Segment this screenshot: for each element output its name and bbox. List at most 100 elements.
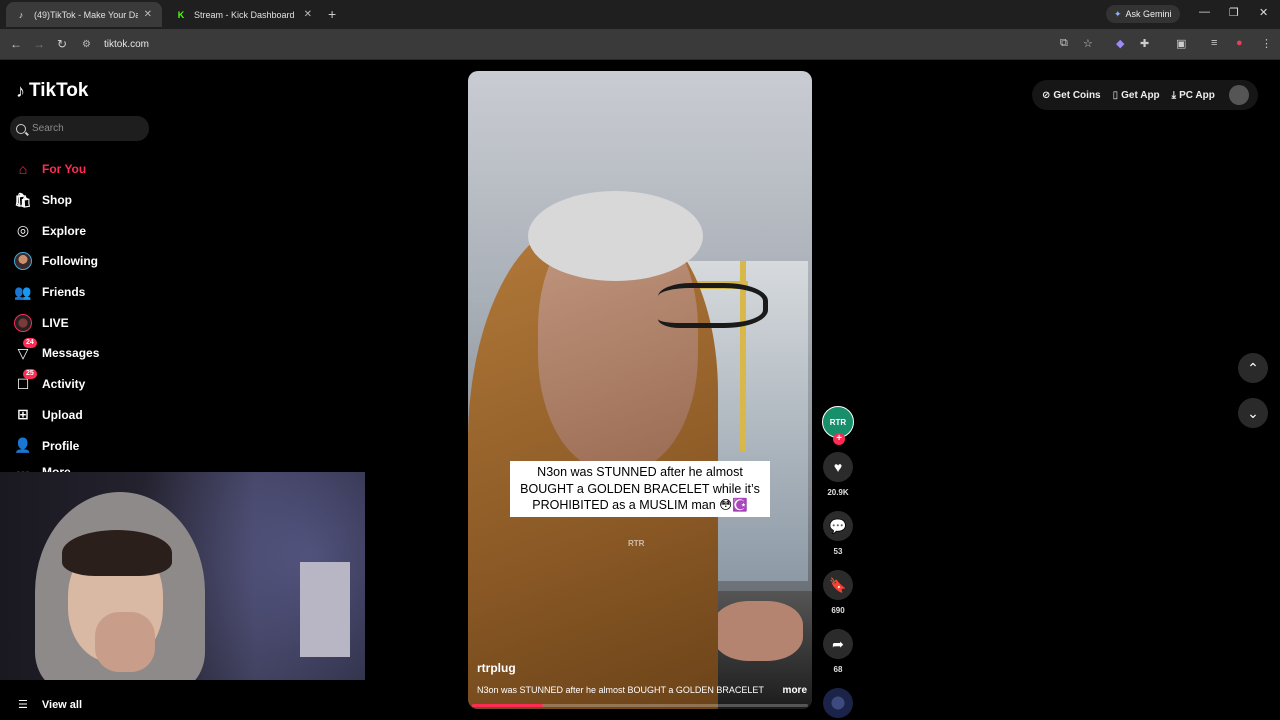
more-link[interactable]: more [783,685,807,696]
sidebar-item-upload[interactable]: ⊞ Upload [14,400,99,431]
bookmark-star-icon[interactable]: ☆ [1083,37,1093,50]
live-icon [14,313,32,332]
comment-count: 53 [833,547,843,556]
pc-app-button[interactable]: ⤓ PC App [1172,90,1215,101]
next-video-button[interactable]: ⌄ [1238,398,1268,428]
video-username[interactable]: rtrplug [477,661,516,675]
video-progress-fill [472,704,543,707]
url-field[interactable]: ⚙ tiktok.com [82,33,1102,55]
video-caption-overlay: N3on was STUNNED after he almost BOUGHT … [510,461,770,517]
comment-icon[interactable]: 💬 [823,511,853,541]
sidebar-item-profile[interactable]: 👤 Profile [14,430,99,461]
sidebar-item-explore[interactable]: ◎ Explore [14,215,99,246]
view-all-button[interactable]: ☰ View all [18,698,83,712]
back-icon[interactable]: ← [10,37,22,51]
tab-title: (49)TikTok - Make Your Day [34,9,138,20]
sidebar-item-messages[interactable]: ▽ 24 Messages [14,338,99,369]
close-icon[interactable]: ✕ [304,9,312,20]
install-icon[interactable]: ⧉ [1060,37,1068,50]
sidebar-item-shop[interactable]: 🛍 Shop [14,185,99,216]
activity-badge: 25 [23,368,37,379]
site-info-icon[interactable]: ⚙ [82,39,96,50]
messages-badge: 24 [23,338,37,349]
get-coins-label: Get Coins [1053,89,1101,101]
like-action[interactable]: ♥ 20.9K [820,452,856,497]
comment-action[interactable]: 💬 53 [820,511,856,556]
tiktok-logo[interactable]: ♪ TikTok [16,80,88,102]
tab-title: Stream - Kick Dashboard [194,9,295,20]
view-all-label: View all [41,698,83,711]
sidebar-item-label: Upload [42,407,83,422]
previous-video-button[interactable]: ⌃ [1238,353,1268,383]
video-description-text: N3on was STUNNED after he almost BOUGHT … [477,685,764,695]
sidebar-item-label: LIVE [42,315,69,330]
tiktok-icon: ♪ [18,9,24,20]
address-bar: ← → ↻ ⚙ tiktok.com ⧉ ☆ ◆ ✚ ▣ ≡ ● ⋮ [0,29,1280,60]
get-app-label: Get App [1121,89,1160,101]
save-action[interactable]: 🔖 690 [820,570,856,615]
like-count: 20.9K [827,488,849,497]
tab-kick[interactable]: K Stream - Kick Dashboard ✕ [166,2,322,27]
video-watermark: RTR [628,539,645,548]
sidebar-item-label: Shop [42,193,72,208]
coin-icon: ⊘ [1042,89,1051,101]
sidebar-item-label: Following [42,254,98,269]
extension-icon[interactable]: ◆ [1116,37,1124,50]
new-tab-button[interactable]: + [328,6,336,22]
sidebar-item-live[interactable]: LIVE [14,307,99,338]
upload-icon: ⊞ [17,406,29,423]
url-text: tiktok.com [104,38,150,50]
profile-icon: 👤 [14,437,32,454]
search-input[interactable]: Search [10,116,149,141]
pc-app-label: PC App [1179,89,1215,101]
chevron-up-icon: ⌃ [1247,359,1259,376]
menu-dots-icon[interactable]: ⋮ [1261,37,1272,50]
bookmark-icon[interactable]: 🔖 [823,570,853,600]
sidebar-item-label: For You [42,162,87,177]
user-avatar[interactable] [1228,85,1249,105]
reload-icon[interactable]: ↻ [57,37,67,51]
browser-tab-bar: ♪ (49)TikTok - Make Your Day ✕ K Stream … [0,0,1280,29]
ask-gemini-button[interactable]: ✦ Ask Gemini [1106,5,1180,23]
sidebar-item-for-you[interactable]: ⌂ For You [14,154,99,185]
home-icon: ⌂ [18,161,28,178]
share-icon[interactable]: ➦ [823,629,853,659]
tab-tiktok[interactable]: ♪ (49)TikTok - Make Your Day ✕ [6,2,162,27]
logo-text: TikTok [29,80,89,101]
share-action[interactable]: ➦ 68 [820,629,856,674]
video-progress-bar[interactable] [472,704,808,707]
top-right-actions: ⊘ Get Coins ▯ Get App ⤓ PC App [1032,80,1258,110]
sidebar-item-label: Friends [42,285,86,300]
download-icon: ⤓ [1171,89,1177,101]
follow-plus-icon[interactable]: + [833,433,845,445]
heart-icon[interactable]: ♥ [823,452,853,482]
sidebar-item-activity[interactable]: ☐ 25 Activity [14,368,99,400]
sidebar-item-label: Messages [42,346,100,361]
sidebar-item-friends[interactable]: 👥 Friends [14,277,99,308]
video-player[interactable]: N3on was STUNNED after he almost BOUGHT … [468,71,812,709]
creator-avatar[interactable]: RTR + [822,406,854,445]
close-window-icon[interactable]: ✕ [1259,6,1268,19]
music-disc-icon[interactable] [823,688,853,718]
search-icon [16,123,26,134]
tiktok-note-icon: ♪ [16,80,25,101]
close-icon[interactable]: ✕ [144,9,152,20]
sidebar-item-following[interactable]: Following [14,246,99,277]
sidepanel-icon[interactable]: ▣ [1176,37,1186,50]
kick-icon: K [177,9,185,20]
shop-icon: 🛍 [14,191,32,208]
share-count: 68 [833,665,843,674]
puzzle-icon[interactable]: ✚ [1140,37,1149,50]
get-app-button[interactable]: ▯ Get App [1113,90,1160,101]
streamer-hand [95,612,155,672]
forward-icon[interactable]: → [33,37,45,51]
sidebar-item-label: Profile [42,438,80,453]
minimize-icon[interactable]: — [1199,6,1210,18]
ask-gemini-label: Ask Gemini [1125,9,1172,19]
media-icon[interactable]: ≡ [1211,37,1217,49]
creator-avatar-text: RTR [829,417,847,427]
profile-icon[interactable]: ● [1236,37,1243,49]
sidebar-item-label: Explore [42,223,87,238]
get-coins-button[interactable]: ⊘ Get Coins [1042,90,1101,101]
restore-icon[interactable]: ❐ [1229,6,1239,19]
